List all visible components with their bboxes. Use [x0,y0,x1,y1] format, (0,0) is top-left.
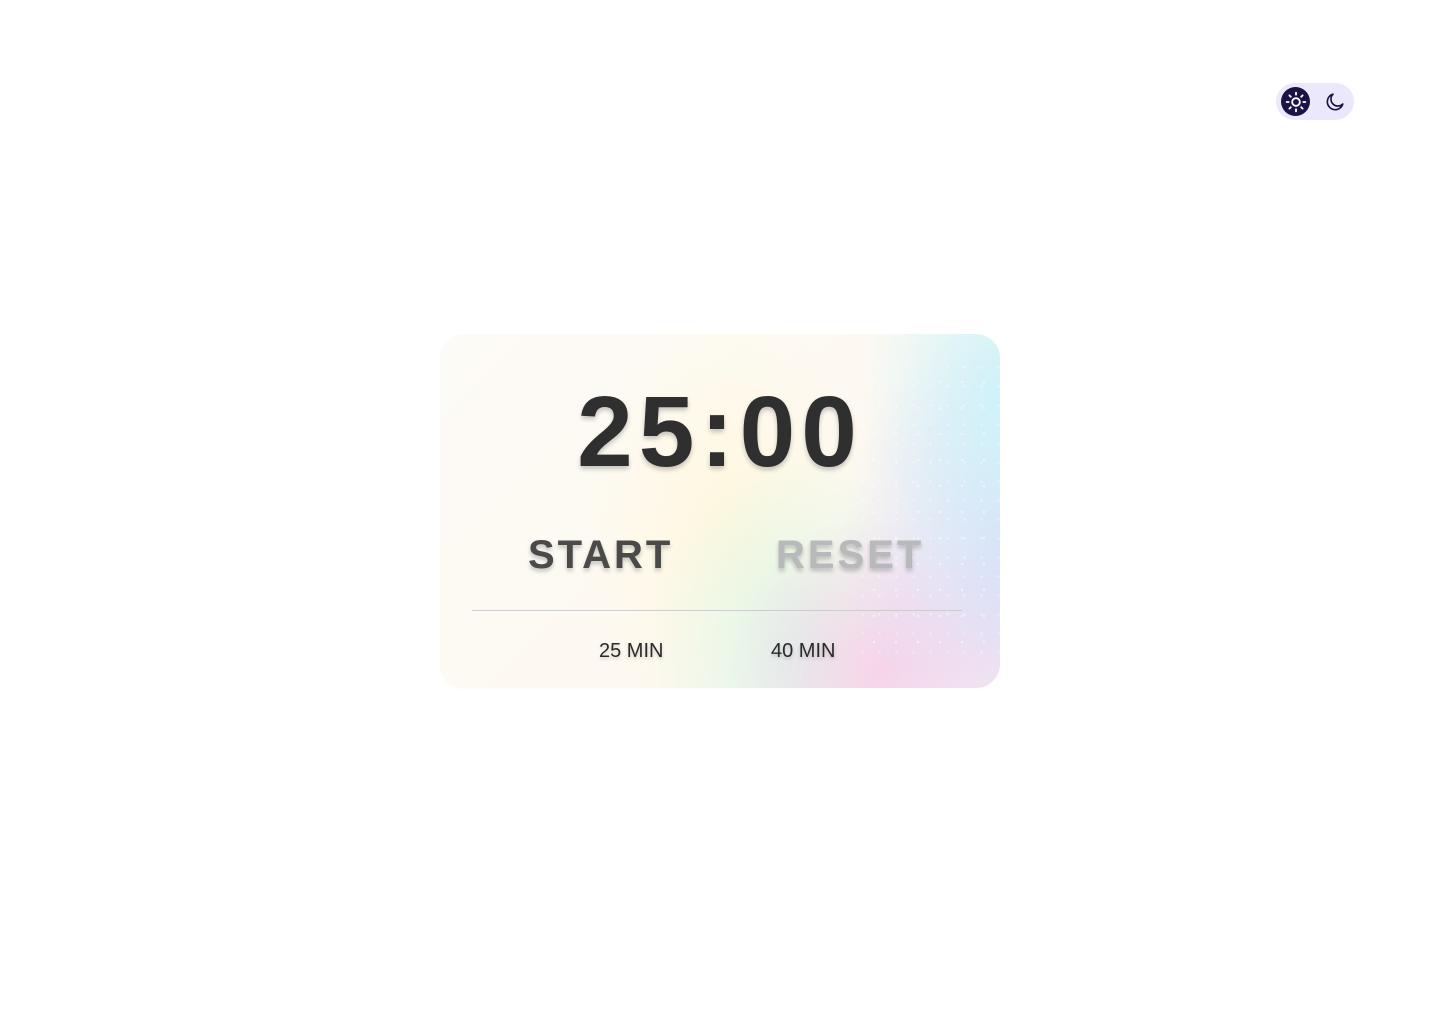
theme-toggle [1276,83,1354,120]
pomodoro-page: 25:00 START RESET 25 MIN 40 MIN [0,0,1440,1024]
divider [472,610,962,611]
timer-card: 25:00 START RESET 25 MIN 40 MIN [440,334,1000,688]
sun-icon [1285,91,1306,112]
light-theme-button[interactable] [1281,87,1310,116]
start-button[interactable]: START [528,532,673,578]
reset-button[interactable]: RESET [776,532,924,578]
moon-icon [1326,92,1344,110]
preset-40-min-button[interactable]: 40 MIN [771,638,835,664]
timer-display: 25:00 [577,376,863,488]
preset-25-min-button[interactable]: 25 MIN [599,638,663,664]
dark-theme-button[interactable] [1320,87,1349,116]
